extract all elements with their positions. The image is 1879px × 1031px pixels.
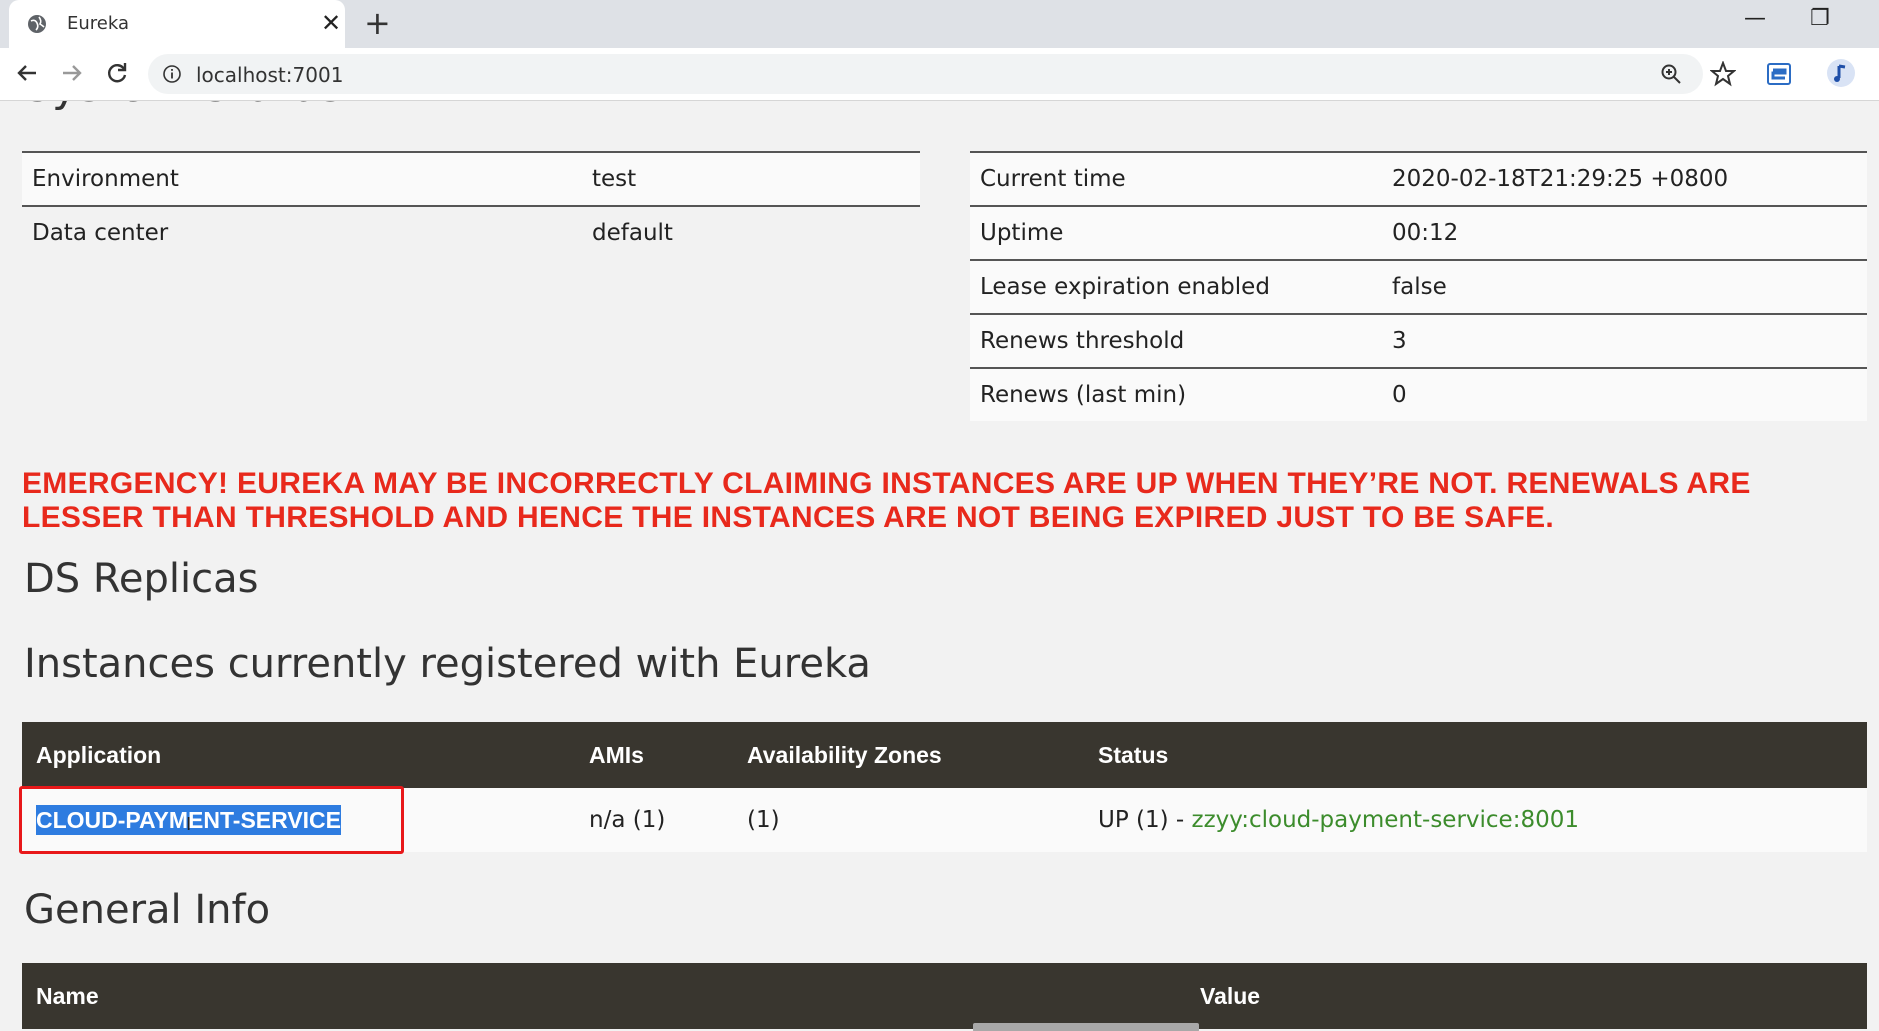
col-name: Name bbox=[22, 963, 1186, 1029]
status-value: false bbox=[1392, 274, 1447, 300]
status-key: Lease expiration enabled bbox=[980, 274, 1270, 300]
tab-strip: Eureka ✕ + — ❐ bbox=[0, 0, 1879, 48]
status-info-table: Current time 2020-02-18T21:29:25 +0800 U… bbox=[970, 151, 1867, 421]
page-content: System Status Environment test Data cent… bbox=[0, 101, 1879, 1031]
bookmark-star-icon[interactable] bbox=[1710, 61, 1736, 87]
emergency-line-1: EMERGENCY! EUREKA MAY BE INCORRECTLY CLA… bbox=[22, 467, 1751, 500]
table-row: Uptime 00:12 bbox=[970, 206, 1867, 260]
table-row: Renews (last min) 0 bbox=[970, 368, 1867, 421]
env-key: Environment bbox=[32, 166, 179, 192]
table-header-row: Application AMIs Availability Zones Stat… bbox=[22, 722, 1867, 788]
text-cursor-icon: I bbox=[186, 814, 192, 835]
globe-icon bbox=[28, 15, 46, 33]
table-row: Current time 2020-02-18T21:29:25 +0800 bbox=[970, 152, 1867, 206]
minimize-button[interactable]: — bbox=[1744, 6, 1766, 31]
browser-toolbar: localhost:7001 bbox=[0, 48, 1879, 101]
col-availability-zones: Availability Zones bbox=[733, 722, 1084, 788]
environment-table: Environment test Data center default bbox=[22, 151, 920, 259]
restore-button[interactable]: ❐ bbox=[1810, 6, 1830, 31]
env-value: default bbox=[592, 220, 673, 246]
status-prefix: UP (1) - bbox=[1098, 807, 1192, 833]
status-value: 00:12 bbox=[1392, 220, 1459, 246]
table-row: Environment test bbox=[22, 152, 920, 206]
emergency-line-2: LESSER THAN THRESHOLD AND HENCE THE INST… bbox=[22, 501, 1555, 534]
reload-icon[interactable] bbox=[102, 58, 132, 88]
new-tab-button[interactable]: + bbox=[364, 6, 391, 40]
env-value: test bbox=[592, 166, 637, 192]
status-key: Renews (last min) bbox=[980, 382, 1187, 408]
address-bar[interactable]: localhost:7001 bbox=[148, 54, 1703, 94]
col-application: Application bbox=[22, 722, 575, 788]
tab-eureka[interactable]: Eureka ✕ bbox=[9, 0, 345, 48]
status-value: 3 bbox=[1392, 328, 1407, 354]
table-row: Data center default bbox=[22, 206, 920, 259]
forward-arrow-icon[interactable] bbox=[57, 58, 87, 88]
status-value: 2020-02-18T21:29:25 +0800 bbox=[1392, 166, 1729, 192]
amis-cell: n/a (1) bbox=[575, 788, 733, 852]
table-row: Lease expiration enabled false bbox=[970, 260, 1867, 314]
close-tab-icon[interactable]: ✕ bbox=[321, 9, 341, 37]
status-key: Current time bbox=[980, 166, 1126, 192]
zoom-icon[interactable] bbox=[1660, 63, 1682, 85]
col-status: Status bbox=[1084, 722, 1867, 788]
annotation-highlight-box bbox=[19, 786, 404, 854]
emergency-warning: EMERGENCY! EUREKA MAY BE INCORRECTLY CLA… bbox=[22, 467, 1872, 535]
info-icon[interactable] bbox=[162, 64, 182, 84]
system-status-heading: System Status bbox=[24, 101, 342, 112]
instances-heading: Instances currently registered with Eure… bbox=[24, 641, 871, 687]
general-info-table: Name Value bbox=[22, 963, 1867, 1029]
tab-title: Eureka bbox=[67, 13, 129, 34]
env-key: Data center bbox=[32, 220, 169, 246]
zones-cell: (1) bbox=[733, 788, 1084, 852]
horizontal-scrollbar[interactable] bbox=[973, 1023, 1199, 1031]
col-value: Value bbox=[1186, 963, 1867, 1029]
table-row: Renews threshold 3 bbox=[970, 314, 1867, 368]
table-header-row: Name Value bbox=[22, 963, 1867, 1029]
ds-replicas-heading: DS Replicas bbox=[24, 556, 259, 602]
extension-icon[interactable] bbox=[1766, 61, 1792, 87]
status-value: 0 bbox=[1392, 382, 1407, 408]
status-key: Renews threshold bbox=[980, 328, 1185, 354]
status-cell: UP (1) - zzyy:cloud-payment-service:8001 bbox=[1084, 788, 1867, 852]
col-amis: AMIs bbox=[575, 722, 733, 788]
general-info-heading: General Info bbox=[24, 887, 271, 933]
profile-avatar-icon[interactable] bbox=[1826, 58, 1856, 88]
instance-link[interactable]: zzyy:cloud-payment-service:8001 bbox=[1192, 807, 1579, 833]
status-key: Uptime bbox=[980, 220, 1064, 246]
url-text[interactable]: localhost:7001 bbox=[196, 63, 343, 87]
back-arrow-icon[interactable] bbox=[12, 58, 42, 88]
